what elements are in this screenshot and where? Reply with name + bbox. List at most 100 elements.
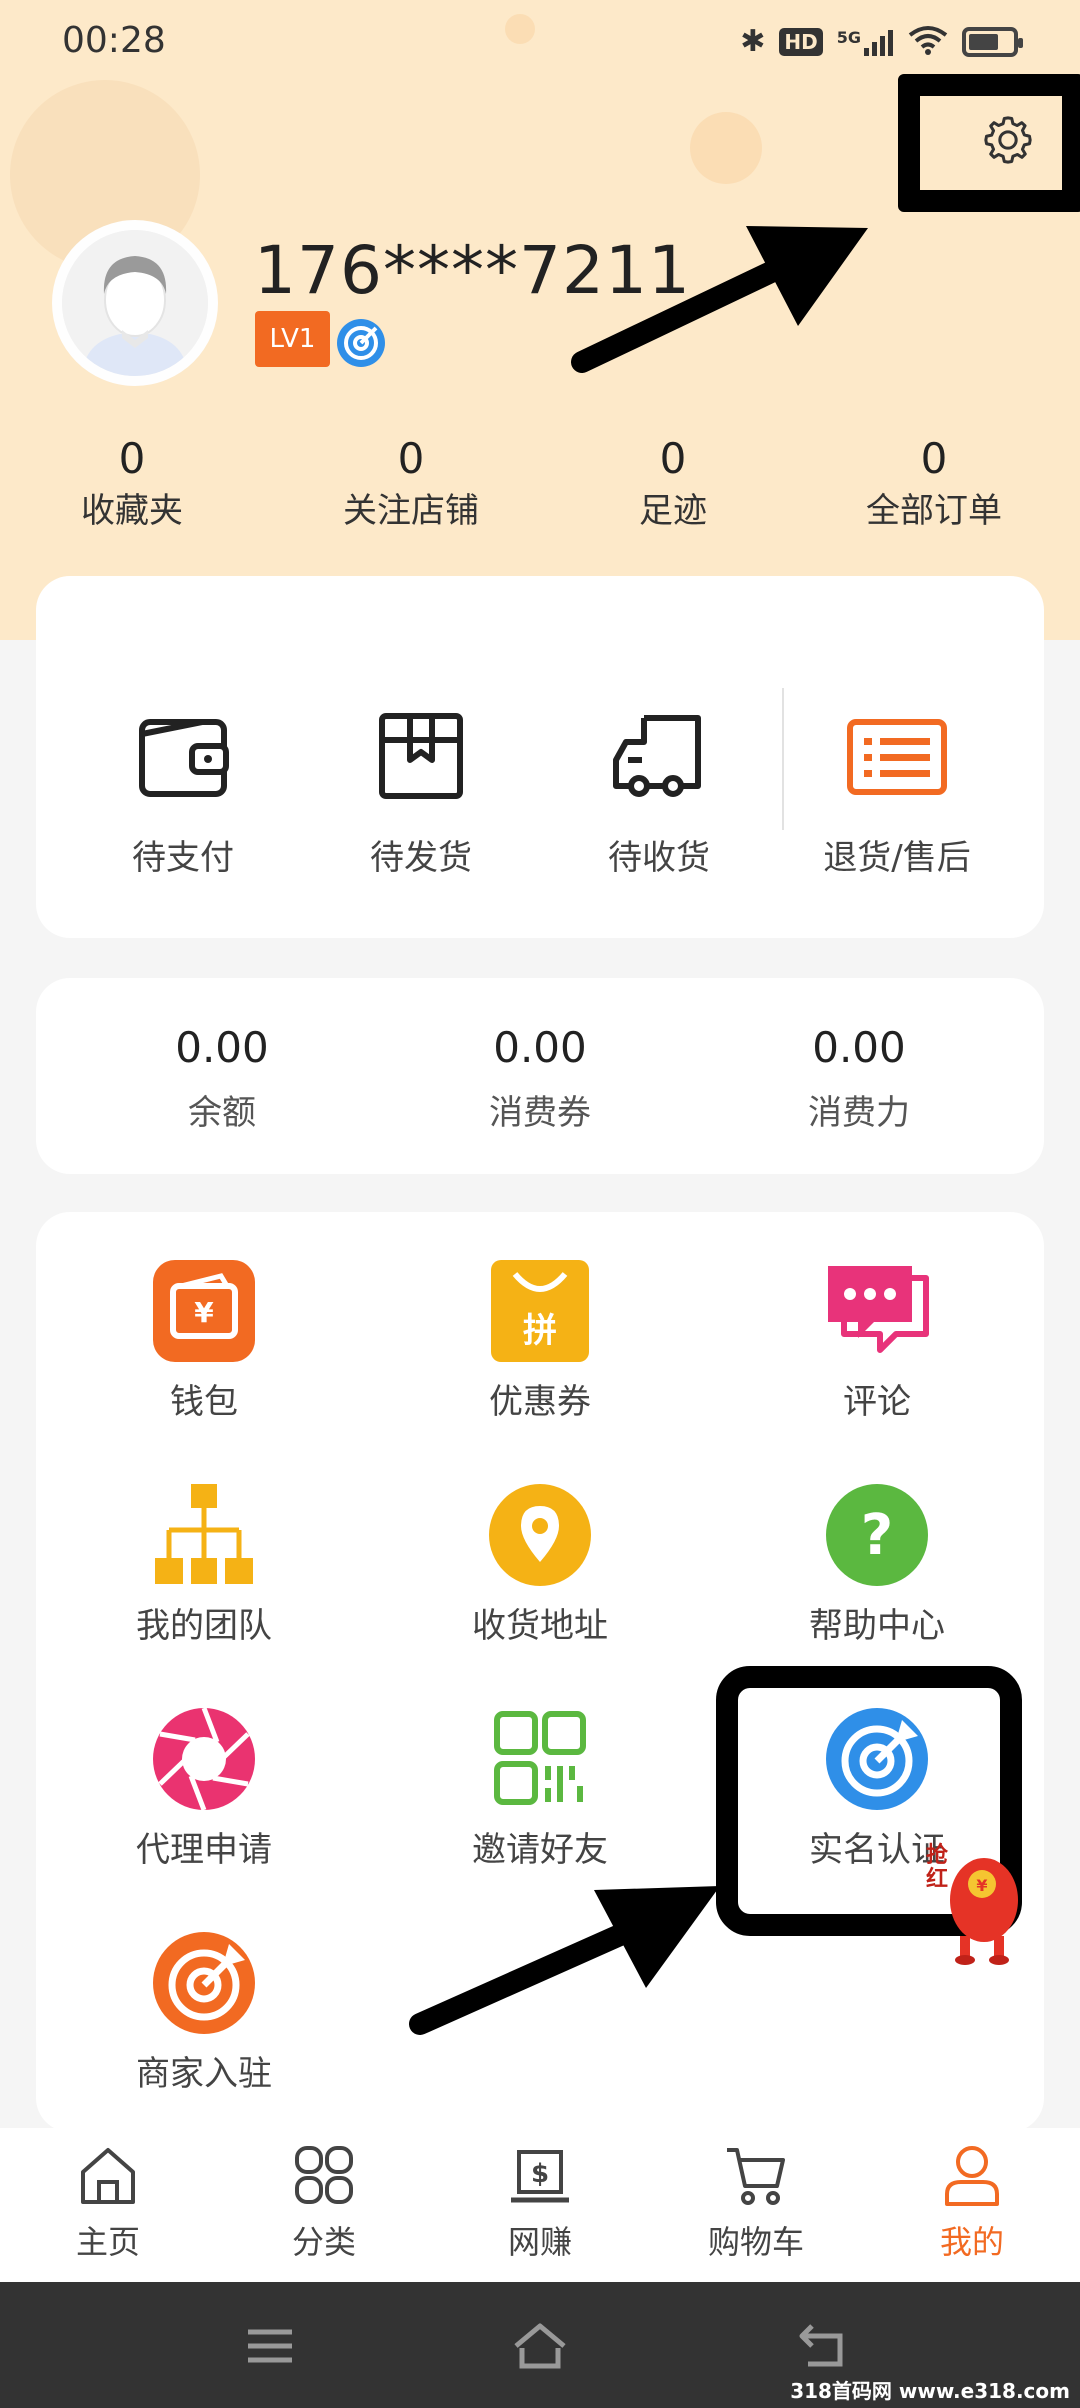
watermark: 318首码网 www.e318.com [790, 2379, 1070, 2403]
menu-wallet[interactable]: ¥ 钱包 [84, 1258, 324, 1426]
balance-item[interactable]: 0.00 余额 [102, 1018, 342, 1138]
hd-icon: HD [779, 28, 823, 56]
svg-text:¥: ¥ [976, 1876, 987, 1895]
menu-label: 我的团队 [136, 1606, 272, 1646]
menu-label: 收货地址 [472, 1606, 608, 1646]
balance-value: 0.00 [175, 1023, 269, 1072]
menu-label: 评论 [843, 1382, 911, 1422]
return-list-icon [847, 719, 947, 795]
stat-value: 0 [659, 434, 687, 483]
stat-value: 0 [920, 434, 948, 483]
stat-all-orders[interactable]: 0 全部订单 [814, 432, 1054, 536]
balance-label: 余额 [188, 1093, 256, 1133]
grid-icon [295, 2146, 353, 2204]
home-icon [81, 2148, 135, 2204]
truck-icon [613, 715, 701, 797]
svg-text:拼: 拼 [523, 1311, 557, 1351]
wallet-icon [139, 719, 229, 797]
menu-label: 邀请好友 [472, 1830, 608, 1870]
money-monitor-icon: $ [511, 2150, 569, 2203]
location-pin-icon [489, 1484, 591, 1586]
order-pending-receipt[interactable]: 待收货 [539, 702, 779, 882]
voucher-label: 消费券 [489, 1093, 591, 1133]
box-icon [379, 713, 463, 799]
balance-card: 0.00 余额 0.00 消费券 0.00 消费力 [36, 978, 1044, 1174]
level-badge: LV1 [255, 311, 330, 367]
aperture-icon [153, 1707, 255, 1811]
tab-cart[interactable]: 购物车 [648, 2142, 864, 2264]
svg-text:?: ? [861, 1503, 893, 1568]
order-returns[interactable]: 退货/售后 [777, 702, 1017, 882]
home-nav-icon[interactable] [510, 2318, 570, 2374]
default-avatar-icon [62, 230, 208, 376]
help-icon: ? [826, 1484, 928, 1586]
menu-agent-application[interactable]: 代理申请 [84, 1706, 324, 1874]
order-label: 退货/售后 [823, 838, 971, 878]
cart-icon [727, 2148, 785, 2205]
order-pending-payment[interactable]: 待支付 [63, 702, 303, 882]
menu-comments[interactable]: 评论 [757, 1258, 997, 1426]
qr-code-icon [494, 1711, 586, 1805]
menu-merchant-onboarding[interactable]: 商家入驻 [84, 1930, 324, 2098]
tab-earn-online[interactable]: $ 网赚 [432, 2142, 648, 2264]
menu-label: 钱包 [170, 1382, 238, 1422]
menu-my-team[interactable]: 我的团队 [84, 1482, 324, 1650]
mascot-label: 抢红 [926, 1843, 949, 1892]
status-bar: 00:28 ✱ HD 5G [0, 0, 1080, 84]
menu-label: 代理申请 [136, 1830, 272, 1870]
stat-label: 足迹 [639, 491, 707, 531]
tab-categories[interactable]: 分类 [216, 2142, 432, 2264]
stat-followed-stores[interactable]: 0 关注店铺 [291, 432, 531, 536]
bluetooth-icon: ✱ [740, 24, 766, 59]
annotation-arrow-verification [409, 1886, 720, 2035]
coupon-bag-icon: 拼 [491, 1260, 589, 1362]
orders-card: 待支付 待发货 待收货 退货/售后 [36, 576, 1044, 938]
menu-address[interactable]: 收货地址 [420, 1482, 660, 1650]
stat-label: 全部订单 [866, 491, 1002, 531]
menu-coupons[interactable]: 拼 优惠券 [420, 1258, 660, 1426]
spending-power-label: 消费力 [808, 1093, 910, 1133]
tab-label: 网赚 [507, 2223, 572, 2261]
target-icon [153, 1932, 255, 2034]
avatar[interactable] [52, 220, 218, 386]
comment-icon [828, 1266, 929, 1353]
voucher-value: 0.00 [493, 1023, 587, 1072]
wallet-ticket-icon: ¥ [153, 1260, 255, 1362]
menu-label: 帮助中心 [809, 1606, 945, 1646]
stat-label: 关注店铺 [343, 491, 479, 531]
profile-stats: 0 收藏夹 0 关注店铺 0 足迹 0 全部订单 [0, 432, 1080, 542]
red-envelope-mascot[interactable]: ¥ 抢红 [926, 1840, 1032, 1970]
order-label: 待收货 [608, 838, 710, 878]
spending-power-item[interactable]: 0.00 消费力 [739, 1018, 979, 1138]
stat-favorites[interactable]: 0 收藏夹 [12, 432, 252, 536]
tab-label: 我的 [939, 2223, 1004, 2261]
order-label: 待发货 [370, 838, 472, 878]
stat-footprints[interactable]: 0 足迹 [553, 432, 793, 536]
stat-value: 0 [118, 434, 146, 483]
settings-button[interactable] [980, 112, 1036, 168]
order-pending-shipment[interactable]: 待发货 [301, 702, 541, 882]
stat-label: 收藏夹 [81, 491, 183, 531]
menu-label: 商家入驻 [136, 2054, 272, 2094]
voucher-item[interactable]: 0.00 消费券 [420, 1018, 660, 1138]
gear-icon [984, 116, 1032, 164]
back-icon[interactable] [794, 2318, 854, 2374]
menu-help-center[interactable]: ? 帮助中心 [757, 1482, 997, 1650]
system-nav-bar: 318首码网 www.e318.com [0, 2282, 1080, 2408]
svg-text:¥: ¥ [194, 1296, 214, 1329]
bottom-tab-bar: 主页 分类 $ 网赚 购物车 我的 [0, 2128, 1080, 2282]
team-tree-icon [155, 1484, 253, 1584]
tab-label: 分类 [291, 2223, 356, 2261]
svg-text:$: $ [531, 2159, 549, 2189]
battery-icon [962, 27, 1023, 57]
menu-icon[interactable] [240, 2318, 300, 2374]
person-icon [945, 2146, 999, 2206]
tab-home[interactable]: 主页 [0, 2142, 216, 2264]
spending-power-value: 0.00 [812, 1023, 906, 1072]
signal-icon: 5G [837, 28, 894, 56]
order-label: 待支付 [132, 838, 234, 878]
tab-label: 购物车 [707, 2223, 804, 2261]
tab-mine[interactable]: 我的 [864, 2142, 1080, 2264]
verified-target-icon [337, 319, 385, 367]
menu-invite-friends[interactable]: 邀请好友 [420, 1706, 660, 1874]
